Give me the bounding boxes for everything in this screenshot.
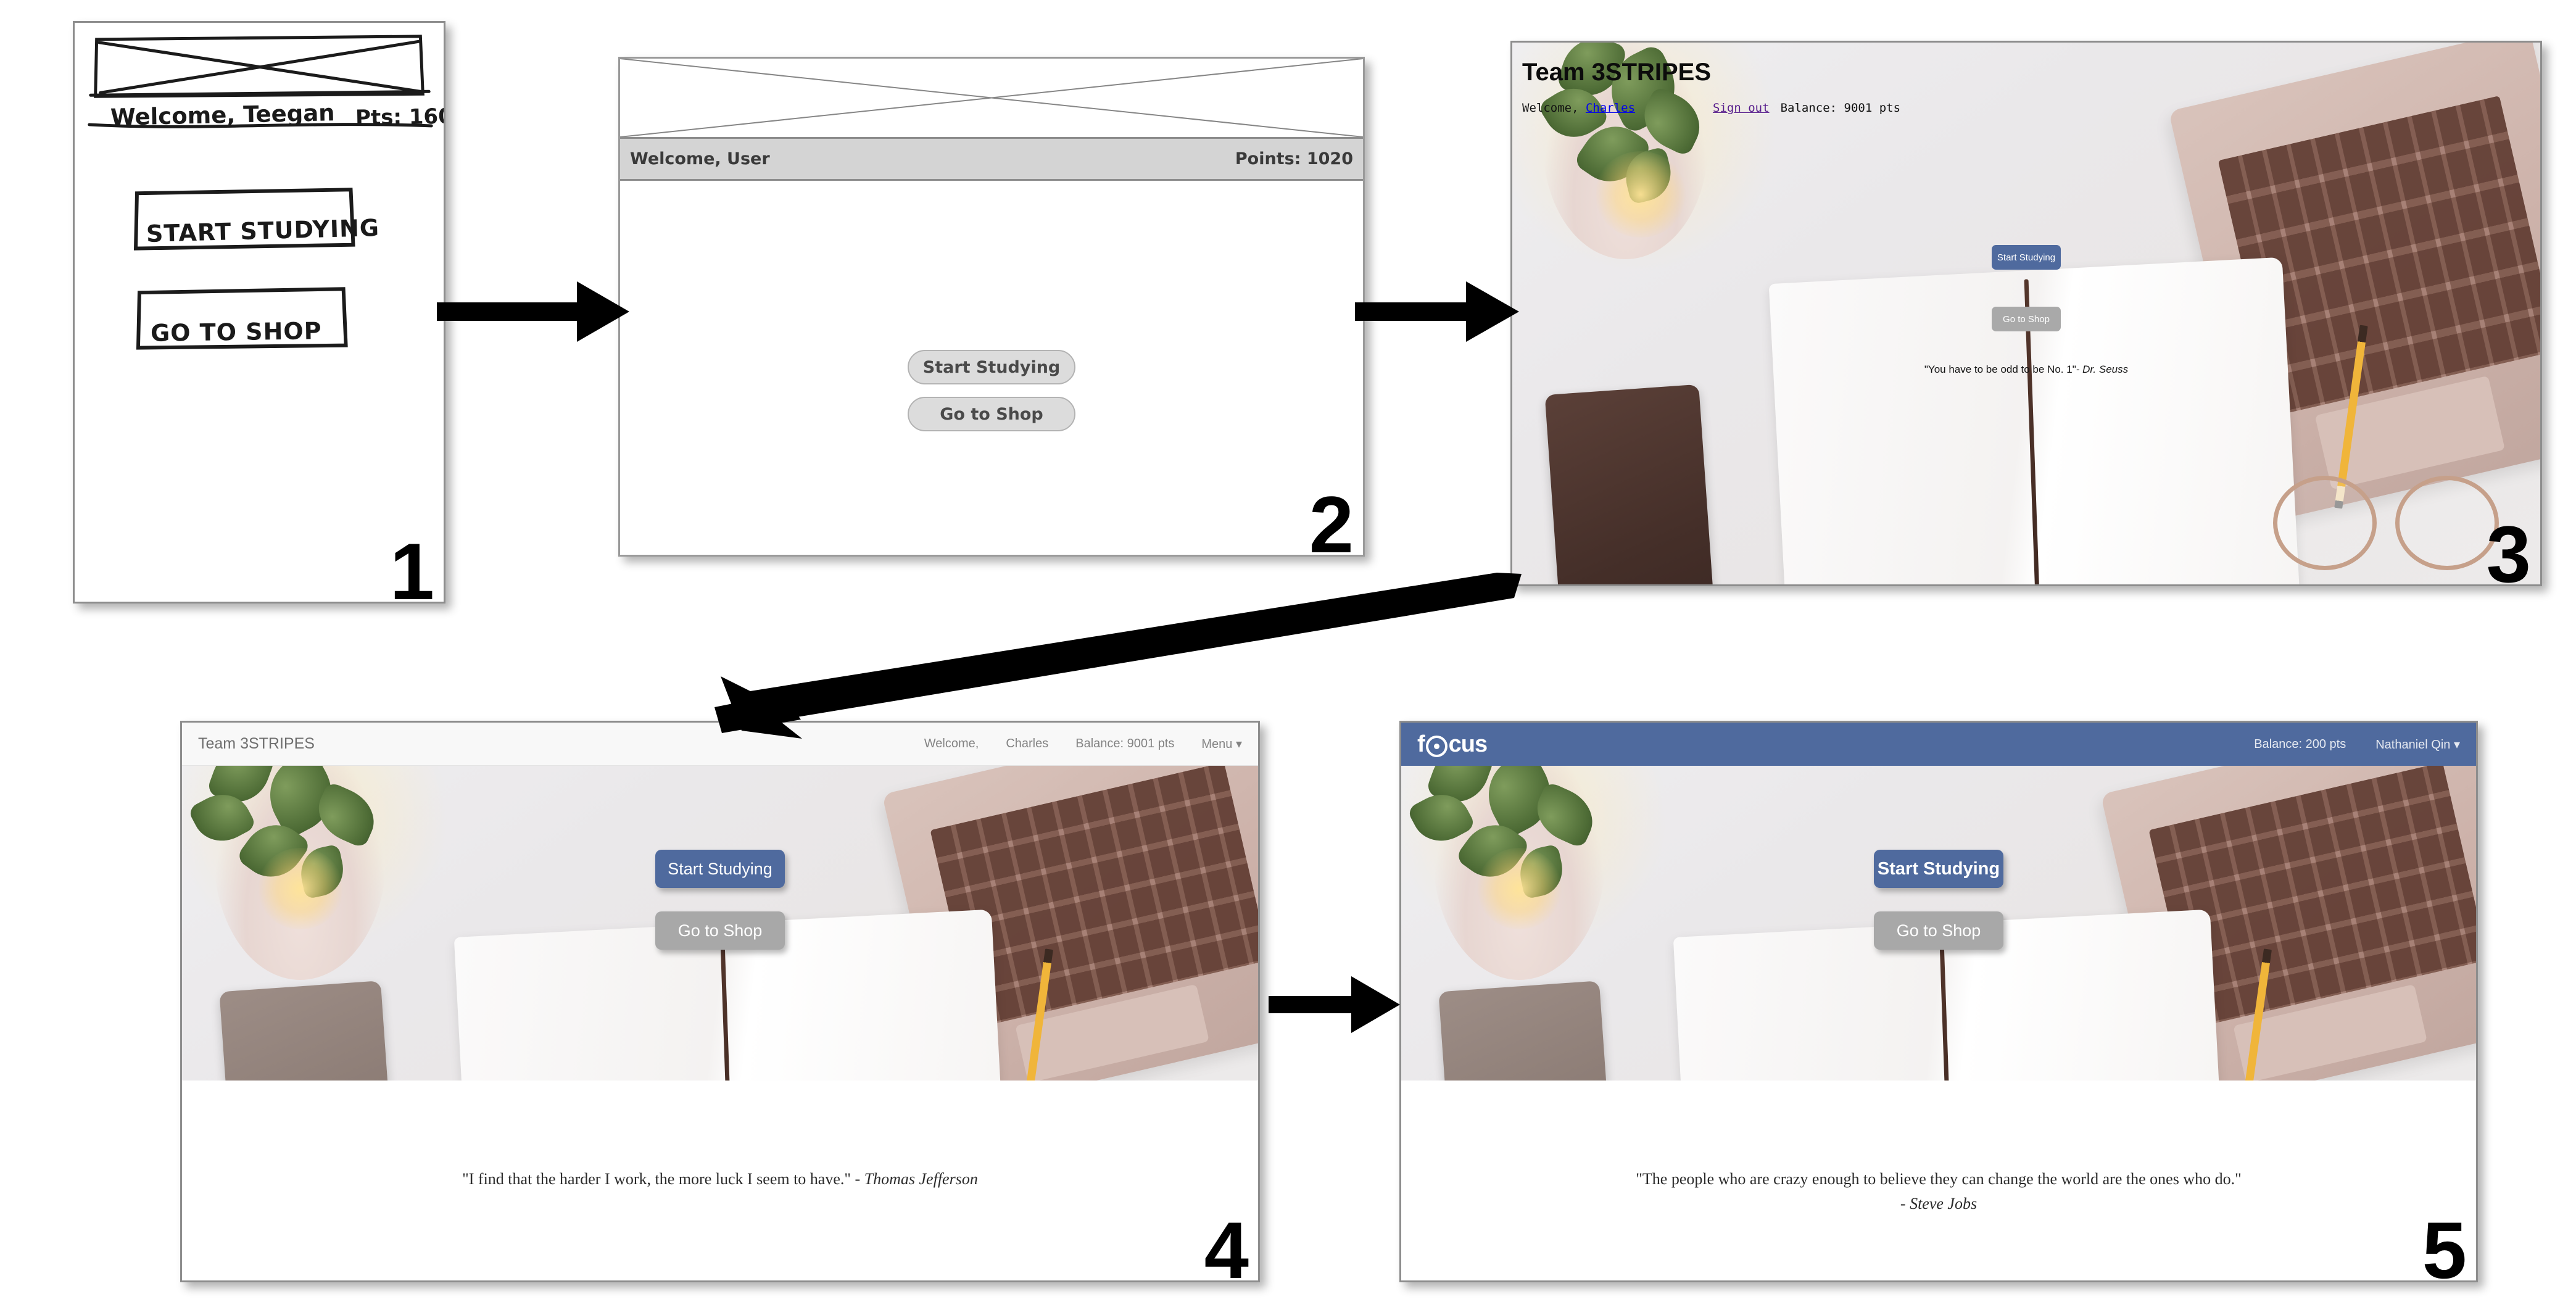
panel-number: 5 — [2422, 1205, 2467, 1282]
panel3-quote-author: - Dr. Seuss — [2076, 363, 2129, 375]
panel4-balance: Balance: 9001 pts — [1075, 737, 1175, 750]
panel5-quote-author: - Steve Jobs — [1900, 1195, 1978, 1213]
open-notebook — [1768, 257, 2305, 584]
panel3-balance-text: Balance: 9001 pts — [1780, 101, 1901, 115]
panel1-points-text: Pts: 160 — [355, 104, 445, 131]
panel-1-hand-sketch: Welcome, Teegan Pts: 160 START STUDYING … — [73, 21, 445, 604]
panel4-start-studying-label: Start Studying — [668, 859, 772, 878]
arrow-panel3-to-panel4 — [714, 573, 1522, 739]
panel3-sign-out-link[interactable]: Sign out — [1713, 101, 1770, 115]
panel2-go-to-shop-button[interactable]: Go to Shop — [908, 397, 1075, 431]
panel3-quote: "You have to be odd to be No. 1"- Dr. Se… — [1924, 363, 2128, 376]
panel5-quote: "The people who are crazy enough to beli… — [1401, 1167, 2476, 1217]
panel3-go-to-shop-button[interactable]: Go to Shop — [1992, 307, 2061, 331]
arrow-panel2-to-panel3 — [1355, 281, 1519, 342]
panel-number: 2 — [1309, 479, 1354, 557]
eyeglasses — [2272, 454, 2499, 573]
panel3-site-title: Team 3STRIPES — [1522, 59, 1712, 86]
panel3-user-link[interactable]: Charles — [1586, 101, 1635, 115]
panel-number: 3 — [2486, 509, 2531, 586]
panel4-brand[interactable]: Team 3STRIPES — [198, 735, 315, 753]
panel4-quote-author: - Thomas Jefferson — [855, 1170, 978, 1188]
panel2-start-studying-button[interactable]: Start Studying — [908, 350, 1075, 384]
target-eye-icon — [1425, 735, 1447, 757]
smartphone — [1544, 384, 1717, 584]
panel-number: 4 — [1204, 1205, 1249, 1282]
panel5-start-studying-label: Start Studying — [1877, 858, 2000, 879]
panel-2-grayscale-wireframe: Welcome, User Points: 1020 Start Studyin… — [618, 57, 1365, 557]
panel4-quote-text: "I find that the harder I work, the more… — [462, 1170, 851, 1188]
panel4-go-to-shop-button[interactable]: Go to Shop — [655, 911, 785, 950]
panel4-hero-photo: Start Studying Go to Shop — [182, 766, 1258, 1081]
smartphone — [219, 981, 392, 1081]
panel1-welcome-text: Welcome, Teegan — [110, 99, 335, 131]
panel5-hero-photo: Start Studying Go to Shop — [1401, 766, 2476, 1081]
panel4-user[interactable]: Charles — [1006, 737, 1048, 751]
focus-logo-post: cus — [1448, 731, 1488, 757]
panel4-quote: "I find that the harder I work, the more… — [182, 1167, 1258, 1192]
focus-logo[interactable]: f cus — [1417, 731, 1488, 758]
focus-logo-pre: f — [1417, 731, 1425, 757]
panel5-start-studying-button[interactable]: Start Studying — [1874, 850, 2003, 888]
panel4-navbar: Team 3STRIPES Welcome, Charles Balance: … — [182, 723, 1258, 766]
panel3-welcome-prefix: Welcome, — [1522, 101, 1579, 115]
panel5-balance: Balance: 200 pts — [2254, 737, 2346, 751]
sketch-canvas: Welcome, Teegan Pts: 160 START STUDYING … — [75, 23, 444, 602]
panel5-quote-text: "The people who are crazy enough to beli… — [1636, 1170, 2242, 1188]
arrow-panel4-to-panel5 — [1269, 976, 1400, 1033]
panel-number: 1 — [389, 526, 434, 604]
panel5-navbar: f cus Balance: 200 pts Nathaniel Qin ▾ — [1401, 723, 2476, 766]
panel5-go-to-shop-button[interactable]: Go to Shop — [1874, 911, 2003, 950]
panel4-menu-dropdown[interactable]: Menu ▾ — [1201, 736, 1242, 752]
panel4-start-studying-button[interactable]: Start Studying — [655, 850, 785, 888]
panel4-go-to-shop-label: Go to Shop — [677, 921, 763, 940]
panel2-points-text: Points: 1020 — [1235, 149, 1353, 168]
panel3-quote-text: "You have to be odd to be No. 1" — [1924, 363, 2076, 375]
smartphone — [1438, 981, 1612, 1081]
panel2-hero-placeholder — [620, 59, 1363, 139]
panel4-welcome-prefix: Welcome, — [924, 737, 979, 750]
panel-4-styled-prototype: Team 3STRIPES Welcome, Charles Balance: … — [180, 721, 1260, 1282]
panel5-go-to-shop-label: Go to Shop — [1896, 921, 1981, 940]
design-evolution-diagram: Welcome, Teegan Pts: 160 START STUDYING … — [0, 0, 2576, 1315]
panel2-welcome-text: Welcome, User — [630, 149, 770, 168]
panel-5-final-branded: f cus Balance: 200 pts Nathaniel Qin ▾ S… — [1399, 721, 2478, 1282]
panel3-start-studying-button[interactable]: Start Studying — [1992, 245, 2061, 270]
panel5-quote-area: "The people who are crazy enough to beli… — [1401, 1081, 2476, 1280]
panel1-go-to-shop-label[interactable]: GO TO SHOP — [151, 317, 322, 347]
panel3-nav-row: Welcome, Charles Sign out Balance: 9001 pt… — [1522, 101, 1900, 115]
panel4-quote-area: "I find that the harder I work, the more… — [182, 1081, 1258, 1280]
panel2-status-bar: Welcome, User Points: 1020 — [620, 139, 1363, 181]
panel-3-unstyled-prototype: Team 3STRIPES Welcome, Charles Sign out Ba… — [1510, 41, 2542, 586]
panel5-account-dropdown[interactable]: Nathaniel Qin ▾ — [2375, 737, 2460, 752]
placeholder-cross-icon — [620, 59, 1363, 137]
arrow-panel1-to-panel2 — [437, 281, 629, 342]
